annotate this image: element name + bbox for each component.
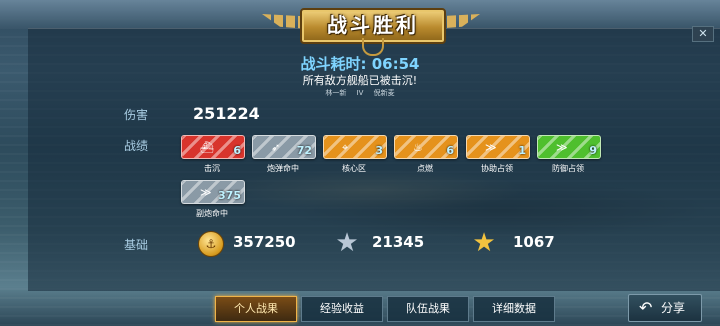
silver-star-value: 21345 [372,233,425,251]
chevron-icon: ≫ [556,141,568,154]
victory-message: 所有敌方舰船已被击沉! [302,74,418,87]
tab-team-results[interactable]: 队伍战果 [387,296,469,322]
battle-time: 战斗耗时: 06:54 [0,53,720,74]
damage-value: 251224 [193,104,260,123]
medal-badge[interactable]: ≫ 375 [181,180,245,204]
medal-label: 副炮命中 [196,209,228,218]
silver-star-icon: ★ [335,228,359,258]
core-icon: ⌖ [342,141,349,154]
medal-count: 72 [296,144,312,157]
share-label: 分享 [661,301,686,315]
base-label: 基础 [124,238,149,252]
medal-label: 炮弹命中 [267,164,299,173]
gold-coin-icon: ⚓ [198,231,224,257]
share-button[interactable]: ↶ 分享 [628,294,702,322]
victory-emblem: 战斗胜利 [262,2,480,56]
medal-label: 防御占领 [552,164,584,173]
medal-badge[interactable]: ⌖ 3 [323,135,387,159]
medal-count: 3 [375,144,383,157]
medal-label: 点燃 [417,164,433,173]
medal-badge[interactable]: ➶ 72 [252,135,316,159]
player-name: 林一新 [325,89,347,97]
battle-time-value: 06:54 [371,55,420,73]
medal-count: 375 [218,189,241,202]
player-rank: IV [356,89,364,97]
medal-label: 协助占领 [481,164,513,173]
secondary-gun-icon: ≫ [200,186,212,199]
player-name: 倪新麦 [373,89,395,97]
medal-badge[interactable]: ≫ 9 [537,135,601,159]
damage-label: 伤害 [124,108,149,122]
chevron-icon: ≫ [485,141,497,154]
ship-icon: ⛴ [200,141,214,154]
tab-experience[interactable]: 经验收益 [301,296,383,322]
medal-count: 6 [233,144,241,157]
gold-star-icon: ★ [472,228,496,258]
result-tabs: 个人战果 经验收益 队伍战果 详细数据 [215,296,555,322]
medal-count: 9 [589,144,597,157]
coin-value: 357250 [233,233,296,251]
medal-badge[interactable]: ♨ 6 [394,135,458,159]
close-button[interactable]: ✕ [692,26,714,42]
medal-count: 6 [446,144,454,157]
achievements-label: 战绩 [124,139,149,153]
medal-badge[interactable]: ≫ 1 [466,135,530,159]
tab-detailed-data[interactable]: 详细数据 [473,296,555,322]
medal-label: 击沉 [204,164,220,173]
share-arrow-icon: ↶ [639,298,653,317]
medal-count: 1 [518,144,526,157]
shell-icon: ➶ [271,141,281,154]
tab-personal-results[interactable]: 个人战果 [215,296,297,322]
fire-icon: ♨ [413,141,423,154]
medal-badge[interactable]: ⛴ 6 [181,135,245,159]
medal-label: 核心区 [342,164,366,173]
gold-star-value: 1067 [513,233,555,251]
battle-time-label: 战斗耗时: [300,55,367,73]
player-names: 林一新 IV 倪新麦 [0,88,720,98]
